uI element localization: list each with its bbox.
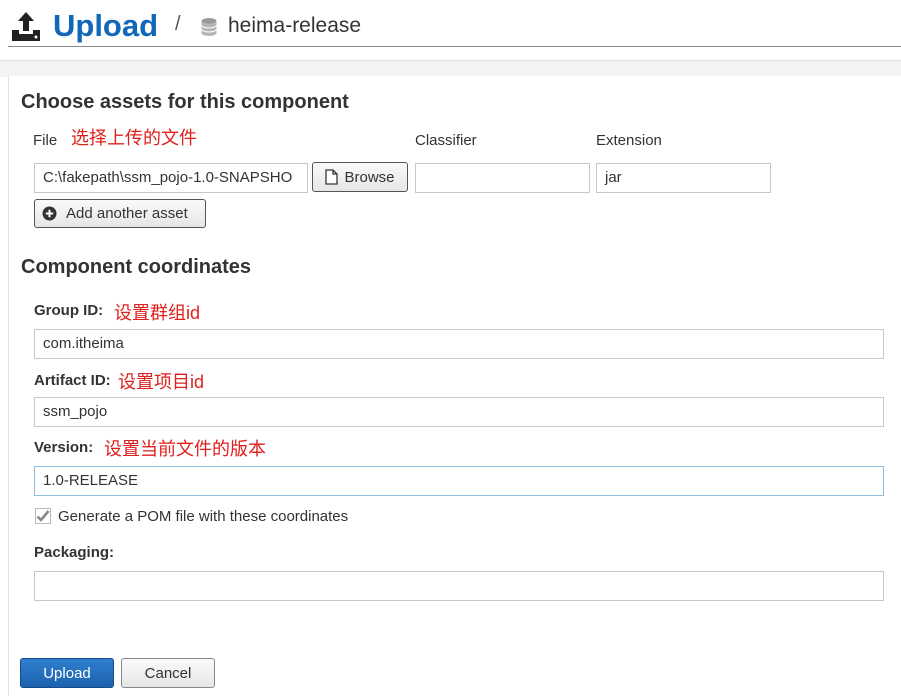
extension-input[interactable]: jar [596,163,771,193]
version-input[interactable]: 1.0-RELEASE [34,466,884,496]
coordinates-section-title: Component coordinates [21,256,252,278]
artifact-id-annotation: 设置项目id [118,372,205,392]
toolbar-band [0,60,901,77]
classifier-input[interactable] [415,163,590,193]
browse-button[interactable]: Browse [312,162,408,192]
group-id-annotation: 设置群组id [114,303,201,323]
upload-button-label: Upload [43,664,91,682]
cancel-button[interactable]: Cancel [121,658,215,688]
file-annotation: 选择上传的文件 [71,128,197,148]
artifact-id-input[interactable]: ssm_pojo [34,397,884,427]
browse-button-label: Browse [344,168,395,186]
header-divider [8,46,901,47]
database-icon [201,18,217,36]
group-id-label: Group ID: [34,302,104,319]
artifact-id-label: Artifact ID: [34,372,111,389]
page-header: Upload / heima-release [0,0,901,48]
breadcrumb-separator: / [175,13,181,35]
upload-icon [12,12,40,41]
upload-button[interactable]: Upload [20,658,114,688]
page-title: Upload [53,8,159,43]
classifier-label: Classifier [415,132,477,149]
generate-pom-checkbox[interactable] [35,508,51,524]
cancel-button-label: Cancel [144,664,192,682]
file-icon [325,169,339,185]
group-id-input[interactable]: com.itheima [34,329,884,359]
extension-label: Extension [596,132,662,149]
file-label: File [33,132,58,149]
add-asset-button[interactable]: Add another asset [34,199,206,228]
add-asset-button-label: Add another asset [66,205,188,222]
assets-section-title: Choose assets for this component [21,91,349,113]
version-annotation: 设置当前文件的版本 [104,439,266,459]
generate-pom-label[interactable]: Generate a POM file with these coordinat… [58,508,348,525]
repository-name[interactable]: heima-release [228,14,361,38]
packaging-input[interactable] [34,571,884,601]
version-label: Version: [34,439,94,456]
packaging-label: Packaging: [34,544,115,561]
file-path-input[interactable]: C:\fakepath\ssm_pojo-1.0-SNAPSHO [34,163,308,193]
plus-circle-icon [42,206,57,221]
